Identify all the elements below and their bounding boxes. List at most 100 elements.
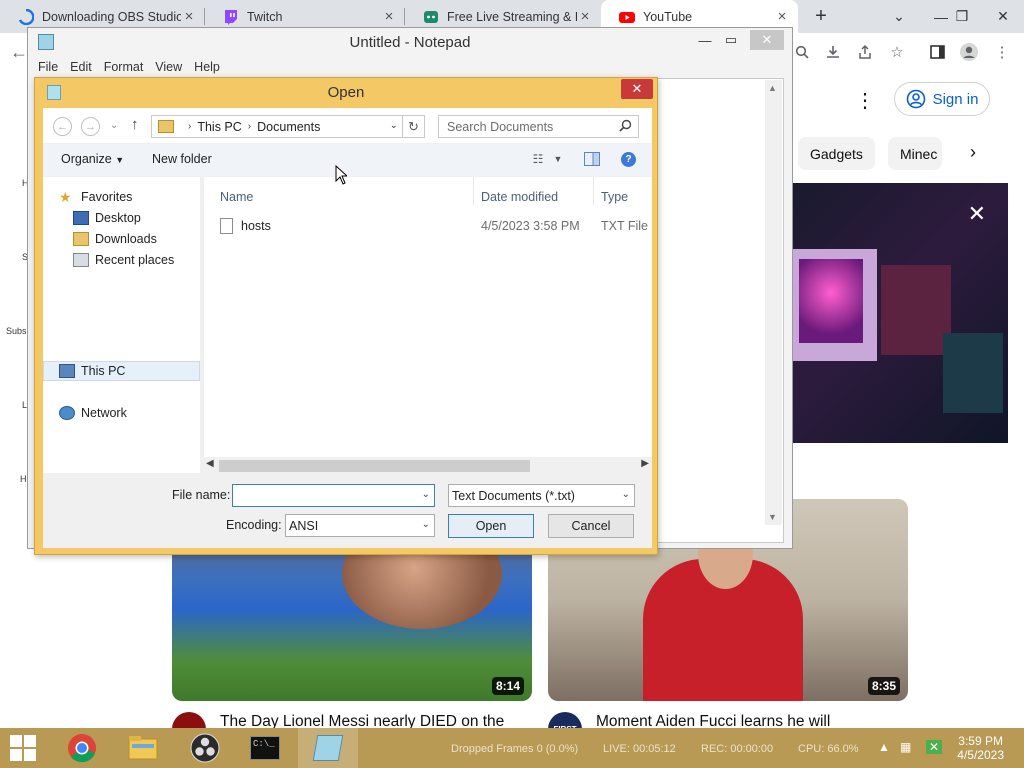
file-name-label: File name: — [172, 488, 231, 502]
nav-downloads[interactable]: Downloads — [73, 229, 157, 249]
nav-this-pc[interactable]: This PC — [59, 361, 125, 381]
open-button[interactable]: Open — [448, 514, 534, 538]
downloads-folder-icon — [73, 232, 89, 246]
chips-next-chevron-icon[interactable]: › — [970, 142, 976, 163]
search-documents-input[interactable]: Search Documents — [438, 115, 639, 138]
browser-close-button[interactable]: ✕ — [986, 0, 1020, 33]
help-icon[interactable]: ? — [621, 152, 636, 167]
breadcrumb-chevron-icon[interactable]: › — [188, 121, 191, 132]
nav-recent-places[interactable]: Recent places — [73, 250, 174, 270]
obs-favicon — [18, 8, 34, 25]
tab-close-icon[interactable]: × — [774, 8, 790, 25]
column-header-type[interactable]: Type — [601, 190, 628, 204]
sign-in-button[interactable]: Sign in — [894, 82, 990, 116]
tab-search-button[interactable]: ⌄ — [882, 0, 916, 33]
taskbar-chrome[interactable] — [52, 728, 112, 768]
taskbar-file-explorer[interactable] — [113, 728, 173, 768]
nav-label: Desktop — [95, 211, 141, 225]
column-header-name[interactable]: Name — [220, 190, 253, 204]
share-icon[interactable] — [854, 41, 876, 63]
breadcrumb-documents[interactable]: Documents — [257, 120, 320, 134]
nav-network[interactable]: Network — [59, 403, 127, 423]
encoding-select[interactable]: ANSI ⌄ — [285, 514, 435, 537]
file-name-dropdown-icon[interactable]: ⌄ — [422, 489, 430, 500]
encoding-dropdown-icon[interactable]: ⌄ — [422, 519, 430, 530]
notepad-vertical-scrollbar[interactable]: ▲ ▼ — [765, 80, 782, 525]
notepad-close-button[interactable]: ✕ — [750, 30, 784, 50]
cancel-button[interactable]: Cancel — [548, 514, 634, 538]
notepad-menu-bar: File Edit Format View Help — [28, 57, 792, 77]
taskbar-obs[interactable] — [175, 728, 235, 768]
side-panel-icon[interactable] — [926, 41, 948, 63]
browser-restore-button[interactable]: ❐ — [945, 0, 979, 33]
install-app-icon[interactable] — [822, 41, 844, 63]
up-one-level-icon[interactable]: ↑ — [131, 116, 139, 133]
breadcrumb[interactable]: › This PC › Documents ⌄ ↻ — [151, 115, 425, 138]
chip-gadgets[interactable]: Gadgets — [798, 137, 875, 170]
nav-label: This PC — [81, 364, 126, 378]
view-dropdown-icon[interactable]: ▼ — [549, 150, 567, 168]
scroll-up-icon[interactable]: ▲ — [768, 83, 777, 93]
breadcrumb-dropdown-icon[interactable]: ⌄ — [390, 120, 398, 131]
taskbar-notepad[interactable] — [298, 728, 358, 768]
tab-close-icon[interactable]: × — [577, 8, 593, 25]
zoom-search-icon[interactable] — [791, 41, 813, 63]
bookmark-star-icon[interactable]: ☆ — [886, 41, 908, 63]
new-tab-button[interactable]: + — [804, 0, 838, 33]
new-folder-button[interactable]: New folder — [152, 152, 212, 166]
recent-locations-chevron-icon[interactable]: ⌄ — [110, 120, 118, 131]
yt-sidebar-fragment[interactable]: Subs — [6, 326, 27, 336]
promo-banner[interactable]: ✕ — [793, 183, 1008, 443]
yt-sidebar-fragment[interactable]: H — [20, 474, 27, 484]
system-clock[interactable]: 3:59 PM 4/5/2023 — [957, 734, 1004, 762]
start-button[interactable] — [0, 728, 46, 768]
promo-tile — [881, 265, 951, 355]
nav-favorites[interactable]: ★ Favorites — [59, 187, 132, 207]
column-divider[interactable] — [473, 177, 474, 205]
menu-format[interactable]: Format — [100, 60, 148, 74]
nav-desktop[interactable]: Desktop — [73, 208, 141, 228]
scroll-down-icon[interactable]: ▼ — [768, 512, 777, 522]
breadcrumb-chevron-icon[interactable]: › — [248, 121, 251, 132]
menu-edit[interactable]: Edit — [66, 60, 96, 74]
file-type-dropdown-icon[interactable]: ⌄ — [622, 489, 630, 500]
chrome-menu-icon[interactable]: ⋮ — [991, 41, 1013, 63]
preview-pane-icon[interactable] — [583, 150, 601, 168]
notepad-title-bar[interactable]: Untitled - Notepad — ▭ ✕ — [28, 28, 792, 57]
tab-close-icon[interactable]: × — [181, 8, 197, 25]
organize-button[interactable]: Organize ▼ — [61, 152, 124, 166]
chip-minecraft[interactable]: Minec — [888, 137, 942, 170]
menu-help[interactable]: Help — [190, 60, 224, 74]
breadcrumb-this-pc[interactable]: This PC — [197, 120, 241, 134]
file-name[interactable]: hosts — [241, 219, 271, 233]
back-icon[interactable]: ← — [53, 117, 72, 136]
tab-close-icon[interactable]: × — [381, 8, 397, 25]
column-divider[interactable] — [593, 177, 594, 205]
scroll-right-icon[interactable]: ▶ — [641, 458, 649, 469]
volume-muted-icon[interactable]: ✕ — [926, 740, 943, 754]
forward-icon[interactable]: → — [81, 117, 100, 136]
folder-icon — [158, 120, 174, 133]
promo-close-icon[interactable]: ✕ — [968, 201, 986, 227]
refresh-icon[interactable]: ↻ — [402, 115, 424, 138]
dialog-title-bar[interactable]: Open ✕ — [35, 78, 657, 106]
file-name-field[interactable]: ⌄ — [232, 484, 435, 507]
menu-file[interactable]: File — [34, 60, 62, 74]
file-type-select[interactable]: Text Documents (*.txt) ⌄ — [448, 484, 635, 507]
youtube-favicon — [619, 11, 635, 23]
scrollbar-thumb[interactable] — [219, 460, 530, 472]
taskbar-command-prompt[interactable]: C:\_ — [235, 728, 295, 768]
scroll-left-icon[interactable]: ◀ — [206, 458, 214, 469]
notepad-minimize-button[interactable]: — — [692, 30, 718, 50]
show-hidden-icons-chevron[interactable]: ▲ — [878, 740, 890, 754]
file-list: Name Date modified Type hosts 4/5/2023 3… — [204, 177, 652, 473]
column-header-date-modified[interactable]: Date modified — [481, 190, 558, 204]
file-list-horizontal-scrollbar[interactable]: ◀ ▶ — [204, 457, 652, 474]
menu-view[interactable]: View — [151, 60, 186, 74]
dialog-close-button[interactable]: ✕ — [621, 79, 653, 99]
profile-avatar-icon[interactable] — [958, 41, 980, 63]
notepad-maximize-button[interactable]: ▭ — [718, 30, 744, 50]
yt-more-options-icon[interactable]: ⋮ — [855, 88, 875, 113]
network-tray-icon[interactable]: ▦ — [900, 740, 911, 754]
view-options-icon[interactable]: ☷ — [529, 150, 547, 168]
